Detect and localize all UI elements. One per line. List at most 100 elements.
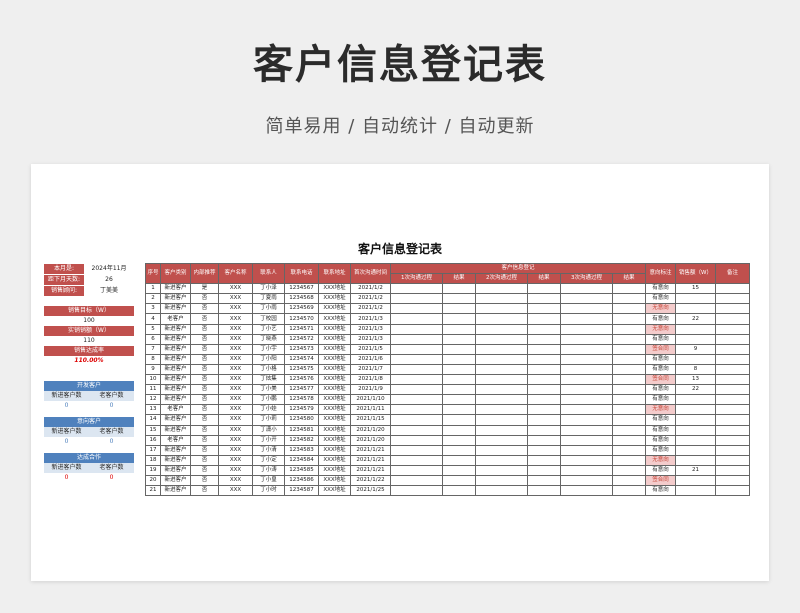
table-cell[interactable]: XXX地址 bbox=[318, 333, 351, 345]
intent-tag[interactable]: 签合同 bbox=[645, 343, 676, 355]
intent-tag[interactable]: 无意向 bbox=[645, 404, 676, 416]
sales-amount-cell[interactable] bbox=[675, 474, 716, 487]
communication-cell[interactable] bbox=[442, 293, 476, 305]
table-cell[interactable]: XXX bbox=[218, 313, 253, 325]
table-cell[interactable]: XXX bbox=[218, 414, 253, 426]
intent-tag[interactable]: 有意向 bbox=[645, 414, 676, 426]
communication-cell[interactable] bbox=[527, 303, 561, 315]
intent-tag[interactable]: 有意向 bbox=[645, 424, 676, 436]
communication-cell[interactable] bbox=[442, 474, 476, 487]
communication-cell[interactable] bbox=[475, 404, 528, 416]
table-cell[interactable]: 18 bbox=[145, 454, 161, 466]
remark-cell[interactable] bbox=[715, 333, 750, 345]
table-cell[interactable]: 3 bbox=[145, 303, 161, 315]
table-cell[interactable]: 是 bbox=[190, 283, 219, 295]
table-cell[interactable]: 4 bbox=[145, 313, 161, 325]
communication-cell[interactable] bbox=[475, 474, 528, 487]
table-cell[interactable]: XXX地址 bbox=[318, 434, 351, 446]
table-cell[interactable]: 2021/1/3 bbox=[350, 313, 391, 325]
sales-amount-cell[interactable] bbox=[675, 404, 716, 416]
table-cell[interactable]: 丁小开 bbox=[252, 434, 285, 446]
communication-cell[interactable] bbox=[390, 414, 443, 426]
table-cell[interactable]: 2021/1/20 bbox=[350, 434, 391, 446]
table-cell[interactable]: 2021/1/21 bbox=[350, 444, 391, 456]
communication-cell[interactable] bbox=[612, 384, 646, 396]
communication-cell[interactable] bbox=[442, 424, 476, 436]
intent-tag[interactable]: 有意向 bbox=[645, 363, 676, 376]
communication-cell[interactable] bbox=[475, 454, 528, 466]
communication-cell[interactable] bbox=[390, 394, 443, 406]
table-cell[interactable]: XXX地址 bbox=[318, 424, 351, 436]
communication-cell[interactable] bbox=[390, 303, 443, 315]
table-cell[interactable]: 16 bbox=[145, 434, 161, 446]
remark-cell[interactable] bbox=[715, 363, 750, 376]
table-cell[interactable]: 1234576 bbox=[284, 374, 319, 386]
communication-cell[interactable] bbox=[390, 404, 443, 416]
sales-amount-cell[interactable] bbox=[675, 434, 716, 446]
table-cell[interactable]: 丁小娃 bbox=[252, 404, 285, 416]
remark-cell[interactable] bbox=[715, 464, 750, 476]
table-cell[interactable]: XXX bbox=[218, 293, 253, 305]
column-header[interactable]: 联系地址 bbox=[318, 262, 351, 285]
communication-cell[interactable] bbox=[560, 414, 613, 426]
sales-amount-cell[interactable]: 8 bbox=[675, 363, 716, 376]
table-cell[interactable]: XXX地址 bbox=[318, 323, 351, 335]
table-cell[interactable]: 否 bbox=[190, 474, 219, 487]
table-cell[interactable]: 2021/1/5 bbox=[350, 343, 391, 355]
table-cell[interactable]: 2021/1/21 bbox=[350, 464, 391, 476]
new-customer-count[interactable]: 0 bbox=[44, 401, 89, 411]
communication-cell[interactable] bbox=[527, 454, 561, 466]
communication-cell[interactable] bbox=[527, 313, 561, 325]
column-header[interactable]: 序号 bbox=[145, 262, 161, 285]
communication-cell[interactable] bbox=[475, 414, 528, 426]
table-cell[interactable]: 新进客户 bbox=[160, 293, 191, 305]
communication-cell[interactable] bbox=[390, 323, 443, 335]
table-cell[interactable]: 2021/1/15 bbox=[350, 414, 391, 426]
table-cell[interactable]: 新进客户 bbox=[160, 384, 191, 396]
old-customer-count[interactable]: 0 bbox=[89, 437, 134, 447]
communication-cell[interactable] bbox=[442, 414, 476, 426]
table-cell[interactable]: 丁小艺 bbox=[252, 323, 285, 335]
table-cell[interactable]: XXX地址 bbox=[318, 343, 351, 355]
table-cell[interactable]: XXX bbox=[218, 464, 253, 476]
communication-cell[interactable] bbox=[442, 313, 476, 325]
communication-cell[interactable] bbox=[612, 323, 646, 335]
table-cell[interactable]: XXX bbox=[218, 353, 253, 365]
table-cell[interactable]: XXX地址 bbox=[318, 293, 351, 305]
intent-tag[interactable]: 有意向 bbox=[645, 434, 676, 446]
table-cell[interactable]: 否 bbox=[190, 293, 219, 305]
month-value[interactable]: 2024年11月 bbox=[84, 264, 134, 274]
column-header[interactable]: 客户类别 bbox=[160, 262, 191, 285]
communication-cell[interactable] bbox=[560, 454, 613, 466]
table-cell[interactable]: 1234578 bbox=[284, 394, 319, 406]
table-cell[interactable]: 2021/1/2 bbox=[350, 283, 391, 295]
table-cell[interactable]: 1234568 bbox=[284, 293, 319, 305]
intent-tag[interactable]: 无意向 bbox=[645, 303, 676, 315]
table-row[interactable]: 3 新进客户否 XXX 丁小雨 1234569 XXX地址 2021/1/2 无意向 bbox=[145, 303, 750, 315]
table-cell[interactable]: 丁小定 bbox=[252, 454, 285, 466]
table-cell[interactable]: 新进客户 bbox=[160, 303, 191, 315]
table-row[interactable]: 15 新进客户否 XXX 丁潇小 1234581 XXX地址 2021/1/20 有意向 bbox=[145, 424, 750, 436]
target-value[interactable]: 100 bbox=[44, 316, 134, 326]
table-cell[interactable]: 否 bbox=[190, 343, 219, 355]
communication-cell[interactable] bbox=[560, 384, 613, 396]
table-cell[interactable]: 丁夏雨 bbox=[252, 293, 285, 305]
table-cell[interactable]: 新进客户 bbox=[160, 363, 191, 376]
communication-cell[interactable] bbox=[442, 485, 476, 497]
sub-column-header[interactable]: 3次沟通过程 bbox=[560, 273, 613, 285]
table-cell[interactable]: 丁小莉 bbox=[252, 414, 285, 426]
sales-amount-cell[interactable] bbox=[675, 485, 716, 497]
table-cell[interactable]: 新进客户 bbox=[160, 474, 191, 487]
table-cell[interactable]: XXX bbox=[218, 485, 253, 497]
column-header[interactable]: 意向标注 bbox=[645, 262, 676, 285]
communication-cell[interactable] bbox=[612, 485, 646, 497]
table-cell[interactable]: XXX bbox=[218, 283, 253, 295]
table-cell[interactable]: XXX地址 bbox=[318, 464, 351, 476]
table-cell[interactable]: XXX bbox=[218, 474, 253, 487]
table-row[interactable]: 12 新进客户否 XXX 丁小鹏 1234578 XXX地址 2021/1/10 有意向 bbox=[145, 394, 750, 406]
actual-value[interactable]: 110 bbox=[44, 336, 134, 346]
communication-cell[interactable] bbox=[527, 414, 561, 426]
table-row[interactable]: 7 新进客户否 XXX 丁小宇 1234573 XXX地址 2021/1/5 签合同 9 bbox=[145, 343, 750, 355]
communication-cell[interactable] bbox=[560, 374, 613, 386]
table-cell[interactable]: 新进客户 bbox=[160, 485, 191, 497]
